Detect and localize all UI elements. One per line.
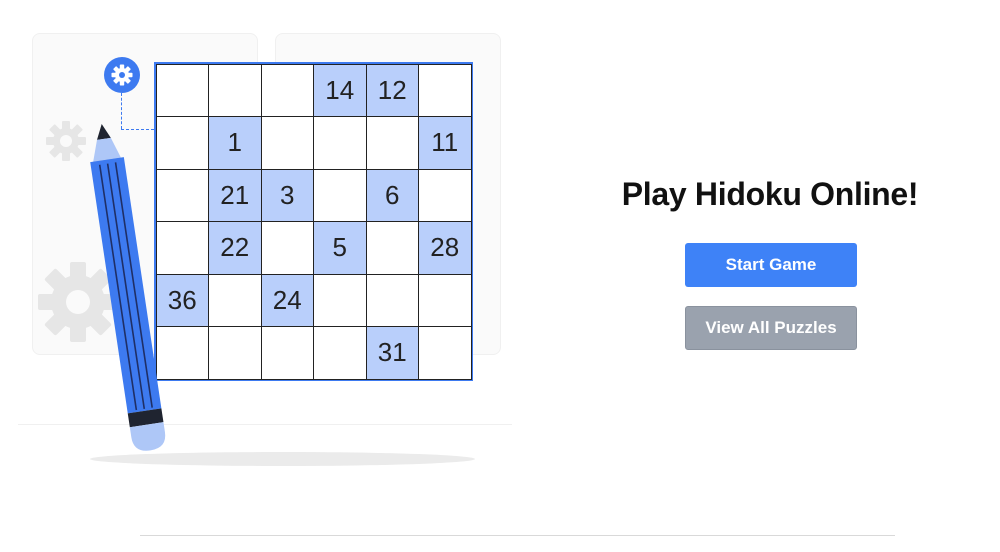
grid-cell [260, 326, 314, 380]
gear-icon [104, 57, 140, 93]
grid-cell [208, 273, 262, 327]
view-all-puzzles-button[interactable]: View All Puzzles [685, 306, 857, 350]
footer-divider [140, 535, 895, 536]
grid-cell: 5 [313, 221, 367, 275]
grid-cell [365, 273, 419, 327]
grid-cell [155, 221, 209, 275]
grid-cell: 31 [365, 326, 419, 380]
grid-cell: 11 [418, 116, 472, 170]
grid-cell [418, 326, 472, 380]
grid-cell [418, 63, 472, 117]
grid-cell: 28 [418, 221, 472, 275]
grid-cell [208, 326, 262, 380]
grid-cell [313, 326, 367, 380]
grid-cell [418, 168, 472, 222]
faint-gear-icon-large [38, 262, 118, 342]
grid-cell [155, 326, 209, 380]
grid-cell [260, 221, 314, 275]
grid-cell: 6 [365, 168, 419, 222]
grid-cell [365, 221, 419, 275]
faint-gear-icon-small [46, 121, 86, 161]
start-game-button[interactable]: Start Game [685, 243, 857, 287]
grid-cell [418, 273, 472, 327]
grid-cell [155, 168, 209, 222]
grid-cell [155, 63, 209, 117]
grid-cell [155, 116, 209, 170]
grid-cell: 22 [208, 221, 262, 275]
grid-cell: 3 [260, 168, 314, 222]
hidoku-illustration: 14 12 1 11 21 3 6 22 5 28 36 24 31 [0, 0, 520, 480]
grid-cell: 12 [365, 63, 419, 117]
grid-cell: 1 [208, 116, 262, 170]
grid-cell [208, 63, 262, 117]
dashed-connector-horizontal [121, 129, 154, 130]
grid-cell [365, 116, 419, 170]
grid-cell: 36 [155, 273, 209, 327]
dashed-connector [121, 93, 122, 129]
grid-cell: 24 [260, 273, 314, 327]
grid-cell: 21 [208, 168, 262, 222]
floor-shadow [90, 452, 475, 466]
grid-cell [260, 116, 314, 170]
grid-cell [313, 116, 367, 170]
grid-cell [260, 63, 314, 117]
grid-cell [313, 273, 367, 327]
grid-cell: 14 [313, 63, 367, 117]
floor-line [18, 424, 512, 425]
grid-cell [313, 168, 367, 222]
page-title: Play Hidoku Online! [621, 176, 919, 212]
hidoku-grid: 14 12 1 11 21 3 6 22 5 28 36 24 31 [154, 62, 473, 381]
